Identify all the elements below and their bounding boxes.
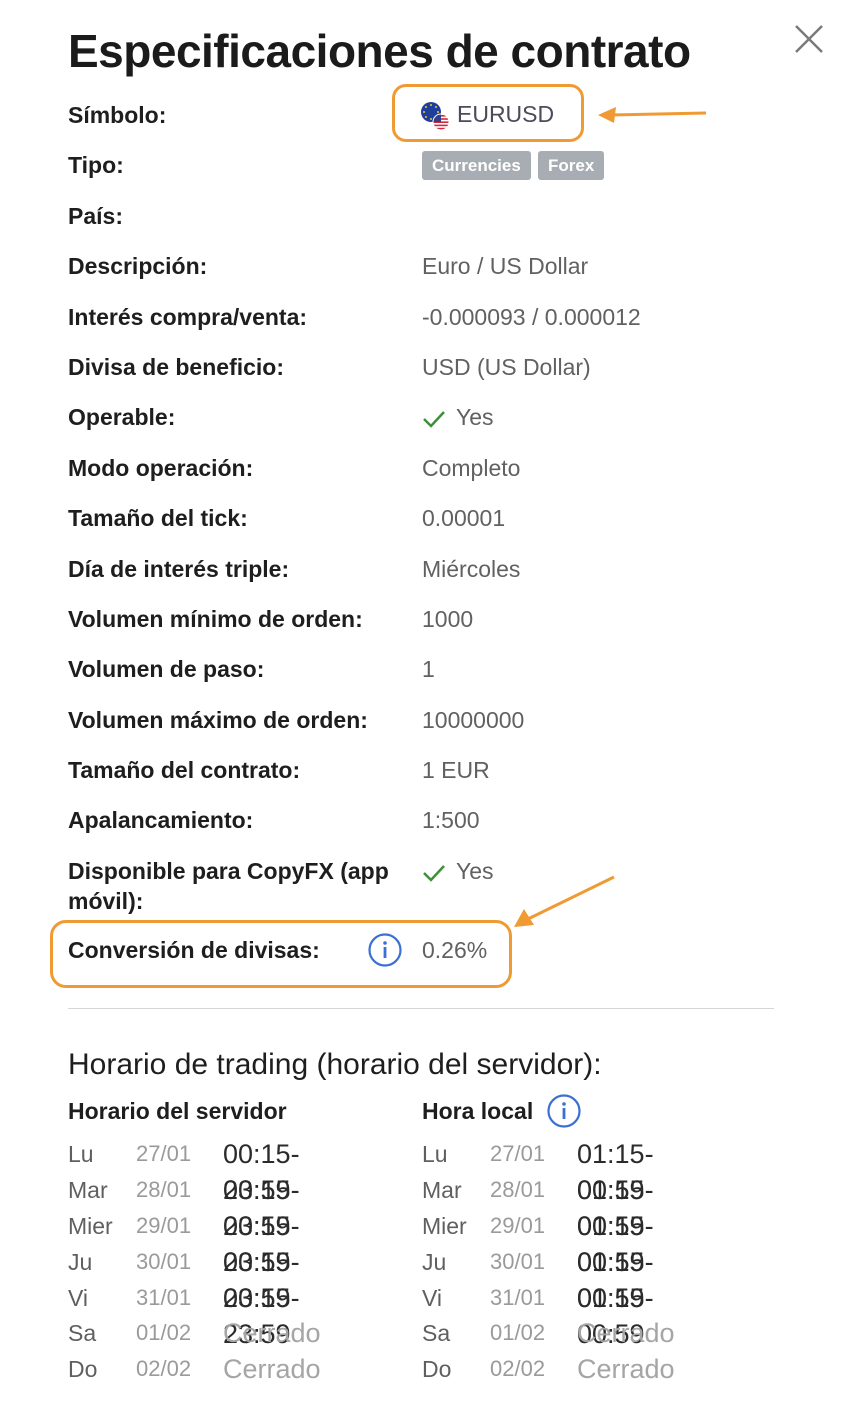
spec-row-trade-mode: Modo operación: Completo (68, 453, 788, 489)
date-label: 27/01 (490, 1141, 546, 1166)
spec-value: 1000 (422, 606, 474, 632)
spec-label: Apalancamiento: (68, 807, 254, 833)
spec-value: 10000000 (422, 707, 525, 733)
eu-us-flag-icon (421, 102, 450, 131)
check-icon (423, 411, 445, 428)
spec-row-profit-currency: Divisa de beneficio: USD (US Dollar) (68, 352, 788, 388)
conversion-row: Conversión de divisas: 0.26% (68, 935, 788, 971)
date-label: 29/01 (136, 1213, 192, 1238)
spec-row-swap: Interés compra/venta: -0.000093 / 0.0000… (68, 302, 788, 338)
date-label: 01/02 (490, 1320, 546, 1345)
spec-row-volume-step: Volumen de paso: 1 (68, 654, 788, 690)
day-label: Mar (68, 1177, 108, 1203)
spec-label: Modo operación: (68, 455, 254, 481)
day-label: Do (422, 1356, 452, 1382)
time-range: Cerrado (223, 1318, 321, 1348)
day-label: Lu (422, 1141, 448, 1167)
date-label: 28/01 (490, 1177, 546, 1202)
date-label: 02/02 (136, 1356, 192, 1381)
close-icon[interactable] (790, 20, 828, 58)
copyfx-label-line2: móvil): (68, 888, 144, 914)
time-range: Cerrado (577, 1354, 675, 1384)
spec-label: Interés compra/venta: (68, 304, 308, 330)
page-title: Especificaciones de contrato (68, 25, 691, 77)
spec-value: 1:500 (422, 807, 480, 833)
day-label: Sa (68, 1320, 97, 1346)
spec-row-leverage: Apalancamiento: 1:500 (68, 805, 788, 841)
day-label: Vi (422, 1285, 443, 1311)
day-label: Do (68, 1356, 98, 1382)
server-time-header: Horario del servidor (68, 1098, 287, 1124)
spec-label: Tamaño del tick: (68, 505, 248, 531)
spec-value: 1 (422, 656, 435, 682)
spec-label: Volumen mínimo de orden: (68, 606, 363, 632)
country-row: País: (68, 201, 788, 237)
type-label: Tipo: (68, 152, 124, 178)
divider (68, 1008, 774, 1009)
country-label: País: (68, 203, 123, 229)
spec-label: Divisa de beneficio: (68, 354, 285, 380)
date-label: 30/01 (490, 1249, 546, 1274)
day-label: Ju (68, 1249, 93, 1275)
conversion-value: 0.26% (422, 937, 488, 963)
spec-value: 0.00001 (422, 505, 506, 531)
info-icon[interactable] (367, 932, 403, 968)
tag-forex: Forex (538, 151, 605, 180)
day-label: Mier (422, 1213, 467, 1239)
copyfx-value: Yes (456, 858, 494, 884)
day-label: Sa (422, 1320, 451, 1346)
spec-value: -0.000093 / 0.000012 (422, 304, 641, 330)
schedule-title: Horario de trading (horario del servidor… (68, 1048, 602, 1081)
highlight-arrow-conversion (514, 875, 615, 927)
spec-label: Descripción: (68, 253, 208, 279)
spec-value: Euro / US Dollar (422, 253, 589, 279)
symbol-value[interactable]: EURUSD (457, 99, 554, 129)
spec-row-tick-size: Tamaño del tick: 0.00001 (68, 503, 788, 539)
local-time-header: Hora local (422, 1098, 534, 1124)
spec-row-contract-size: Tamaño del contrato: 1 EUR (68, 755, 788, 791)
spec-label: Tamaño del contrato: (68, 757, 301, 783)
spec-value: Yes (456, 404, 494, 430)
time-range: Cerrado (223, 1354, 321, 1384)
spec-label: Volumen máximo de orden: (68, 707, 368, 733)
check-icon (423, 865, 445, 882)
date-label: 29/01 (490, 1213, 546, 1238)
spec-value: Completo (422, 455, 521, 481)
date-label: 27/01 (136, 1141, 192, 1166)
spec-label: Día de interés triple: (68, 556, 290, 582)
date-label: 31/01 (136, 1285, 192, 1310)
date-label: 30/01 (136, 1249, 192, 1274)
spec-value: Miércoles (422, 556, 521, 582)
copyfx-row: Disponible para CopyFX (app móvil): Yes (68, 856, 788, 916)
copyfx-label-line1: Disponible para CopyFX (app (68, 858, 389, 884)
date-label: 02/02 (490, 1356, 546, 1381)
copyfx-value-wrap: Yes (422, 856, 494, 886)
tag-currencies: Currencies (422, 151, 531, 180)
day-label: Ju (422, 1249, 447, 1275)
date-label: 01/02 (136, 1320, 192, 1345)
spec-row-min-volume: Volumen mínimo de orden: 1000 (68, 604, 788, 640)
spec-row-max-volume: Volumen máximo de orden: 10000000 (68, 705, 788, 741)
spec-value: 1 EUR (422, 757, 490, 783)
spec-label: Operable: (68, 404, 176, 430)
day-label: Vi (68, 1285, 89, 1311)
day-label: Mar (422, 1177, 462, 1203)
info-icon[interactable] (546, 1093, 582, 1129)
symbol-label: Símbolo: (68, 102, 167, 128)
date-label: 28/01 (136, 1177, 192, 1202)
day-label: Lu (68, 1141, 94, 1167)
copyfx-label: Disponible para CopyFX (app móvil): (68, 856, 408, 916)
day-label: Mier (68, 1213, 113, 1239)
spec-label: Volumen de paso: (68, 656, 265, 682)
date-label: 31/01 (490, 1285, 546, 1310)
time-range: Cerrado (577, 1318, 675, 1348)
highlight-arrow-symbol (598, 107, 707, 123)
spec-value: USD (US Dollar) (422, 354, 591, 380)
spec-row-triple-swap-day: Día de interés triple: Miércoles (68, 554, 788, 590)
spec-row-description: Descripción: Euro / US Dollar (68, 251, 788, 287)
spec-value-wrap: Yes (422, 402, 494, 432)
conversion-label: Conversión de divisas: (68, 937, 320, 963)
spec-row-tradable: Operable: Yes (68, 402, 788, 438)
